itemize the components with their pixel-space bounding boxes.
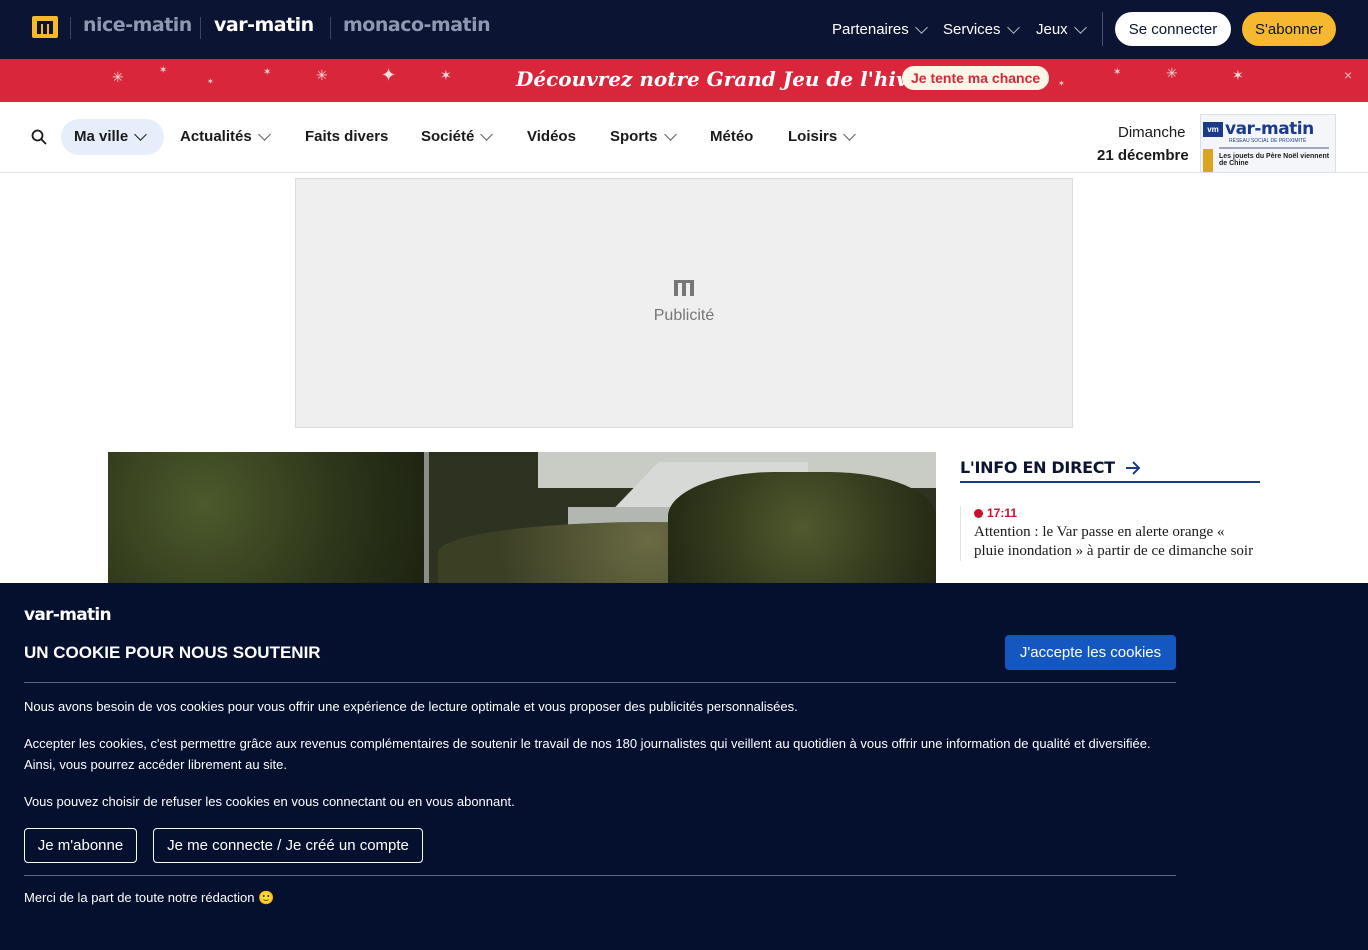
- cookie-banner: var-matin UN COOKIE POUR NOUS SOUTENIR J…: [0, 583, 1368, 950]
- star-icon: ✶: [440, 67, 452, 83]
- promo-text[interactable]: Découvrez notre Grand Jeu de l'hiver !: [516, 67, 947, 91]
- brand-separator: [70, 17, 71, 39]
- cover-title: var-matin: [1225, 119, 1314, 139]
- chevron-down-icon: [257, 127, 271, 141]
- subscribe-button[interactable]: S'abonner: [1242, 12, 1336, 46]
- ad-label: Publicité: [653, 307, 715, 324]
- edition-day: Dimanche: [1118, 124, 1186, 141]
- cookie-paragraph: Vous pouvez choisir de refuser les cooki…: [24, 794, 515, 809]
- close-icon[interactable]: ×: [1344, 67, 1352, 83]
- top-bar: nice-matin var-matin monaco-matin Parten…: [0, 0, 1368, 59]
- star-icon: ✦: [381, 65, 397, 85]
- cover-headline: Les jouets du Père Noël viennent de Chin…: [1219, 153, 1330, 167]
- nav-label: Ma ville: [74, 128, 129, 145]
- cover-rule: [1219, 147, 1329, 149]
- chevron-down-icon: [663, 127, 677, 141]
- cookie-brand-logo: var-matin: [24, 605, 112, 625]
- live-news-rule: [960, 481, 1260, 483]
- sparkle-icon: ✳: [1166, 65, 1178, 81]
- promo-banner[interactable]: ✳ ✶ ✶ ✶ ✳ ✦ ✶ Découvrez notre Grand Jeu …: [0, 59, 1368, 102]
- cover-subtitle: RÉSEAU SOCIAL DE PROXIMITÉ: [1229, 138, 1307, 144]
- chevron-down-icon: [1073, 20, 1087, 34]
- nav-item-faits-divers[interactable]: Faits divers: [305, 128, 388, 145]
- matin-logo-icon[interactable]: [32, 16, 58, 38]
- cookie-title: UN COOKIE POUR NOUS SOUTENIR: [24, 643, 321, 662]
- nav-label: Sports: [610, 128, 658, 145]
- menu-label: Jeux: [1036, 21, 1068, 38]
- live-news-time: 17:11: [987, 506, 1018, 520]
- cookie-paragraph: Nous avons besoin de vos cookies pour vo…: [24, 699, 798, 714]
- arrow-right-icon: [1125, 460, 1141, 475]
- brand-monaco-matin[interactable]: monaco-matin: [343, 14, 491, 36]
- star-icon: ✶: [263, 67, 272, 78]
- live-dot-icon: [974, 508, 983, 518]
- cookie-paragraph: Accepter les cookies, c'est permettre gr…: [24, 736, 1151, 772]
- divider: [1102, 12, 1103, 46]
- live-news-title: L'INFO EN DIRECT: [960, 458, 1115, 477]
- sparkle-icon: ✳: [316, 67, 328, 83]
- menu-services[interactable]: Services: [943, 20, 1020, 38]
- newspaper-cover[interactable]: vm var-matin RÉSEAU SOCIAL DE PROXIMITÉ …: [1200, 114, 1336, 173]
- chevron-down-icon: [134, 127, 148, 141]
- nav-label: Loisirs: [788, 128, 838, 145]
- photo-pole: [424, 452, 429, 583]
- menu-partenaires[interactable]: Partenaires: [832, 20, 928, 38]
- star-icon: ✶: [1058, 79, 1065, 88]
- cookie-login-button[interactable]: Je me connecte / Je créé un compte: [153, 828, 423, 863]
- nav-label: Météo: [710, 128, 754, 145]
- live-news-time-row: 17:11: [974, 506, 1260, 520]
- chevron-down-icon: [914, 20, 928, 34]
- main-nav: Ma ville Actualités Faits divers Société…: [0, 102, 1368, 173]
- photo-vegetation: [668, 472, 936, 583]
- cookie-divider: [24, 682, 1176, 683]
- nav-item-sports[interactable]: Sports: [610, 127, 677, 145]
- nav-label: Faits divers: [305, 128, 389, 145]
- menu-label: Services: [943, 21, 1001, 38]
- menu-jeux[interactable]: Jeux: [1036, 20, 1087, 38]
- article-image[interactable]: [108, 452, 936, 583]
- ad-slot: Publicité: [295, 178, 1073, 428]
- nav-item-actualites[interactable]: Actualités: [180, 127, 271, 145]
- sparkle-icon: ✳: [112, 69, 124, 85]
- nav-label: Vidéos: [527, 128, 576, 145]
- cover-sidebar: [1203, 149, 1213, 172]
- nav-label: Société: [421, 128, 475, 145]
- brand-separator: [330, 17, 331, 39]
- nav-item-meteo[interactable]: Météo: [710, 128, 753, 145]
- live-news-heading[interactable]: L'INFO EN DIRECT: [960, 458, 1141, 477]
- search-icon[interactable]: [31, 129, 47, 145]
- nav-item-loisirs[interactable]: Loisirs: [788, 127, 857, 145]
- cookie-divider: [24, 875, 1176, 876]
- chevron-down-icon: [843, 127, 857, 141]
- star-icon: ✶: [207, 77, 214, 86]
- nav-item-videos[interactable]: Vidéos: [527, 128, 576, 145]
- login-button[interactable]: Se connecter: [1115, 12, 1231, 46]
- photo-vegetation: [108, 452, 428, 583]
- brand-separator: [200, 17, 201, 39]
- menu-label: Partenaires: [832, 21, 909, 38]
- star-icon: ✶: [1113, 67, 1122, 78]
- live-news-text[interactable]: Attention : le Var passe en alerte orang…: [974, 523, 1254, 561]
- nav-item-ma-ville[interactable]: Ma ville: [74, 127, 148, 145]
- star-icon: ✶: [1232, 67, 1244, 83]
- live-news-item[interactable]: 17:11 Attention : le Var passe en alerte…: [960, 506, 1260, 561]
- nav-item-societe[interactable]: Société: [421, 127, 494, 145]
- accept-cookies-button[interactable]: J'accepte les cookies: [1005, 635, 1176, 670]
- brand-var-matin[interactable]: var-matin: [214, 14, 314, 36]
- edition-date: 21 décembre: [1097, 147, 1189, 164]
- star-icon: ✶: [159, 65, 168, 76]
- brand-nice-matin[interactable]: nice-matin: [83, 14, 192, 36]
- promo-cta-button[interactable]: Je tente ma chance: [902, 66, 1050, 90]
- cover-logo-icon: vm: [1203, 122, 1223, 137]
- nav-label: Actualités: [180, 128, 252, 145]
- chevron-down-icon: [1006, 20, 1020, 34]
- cookie-subscribe-button[interactable]: Je m'abonne: [24, 828, 137, 863]
- chevron-down-icon: [480, 127, 494, 141]
- matin-logo-icon: [674, 280, 694, 296]
- cookie-thanks: Merci de la part de toute notre rédactio…: [24, 890, 275, 905]
